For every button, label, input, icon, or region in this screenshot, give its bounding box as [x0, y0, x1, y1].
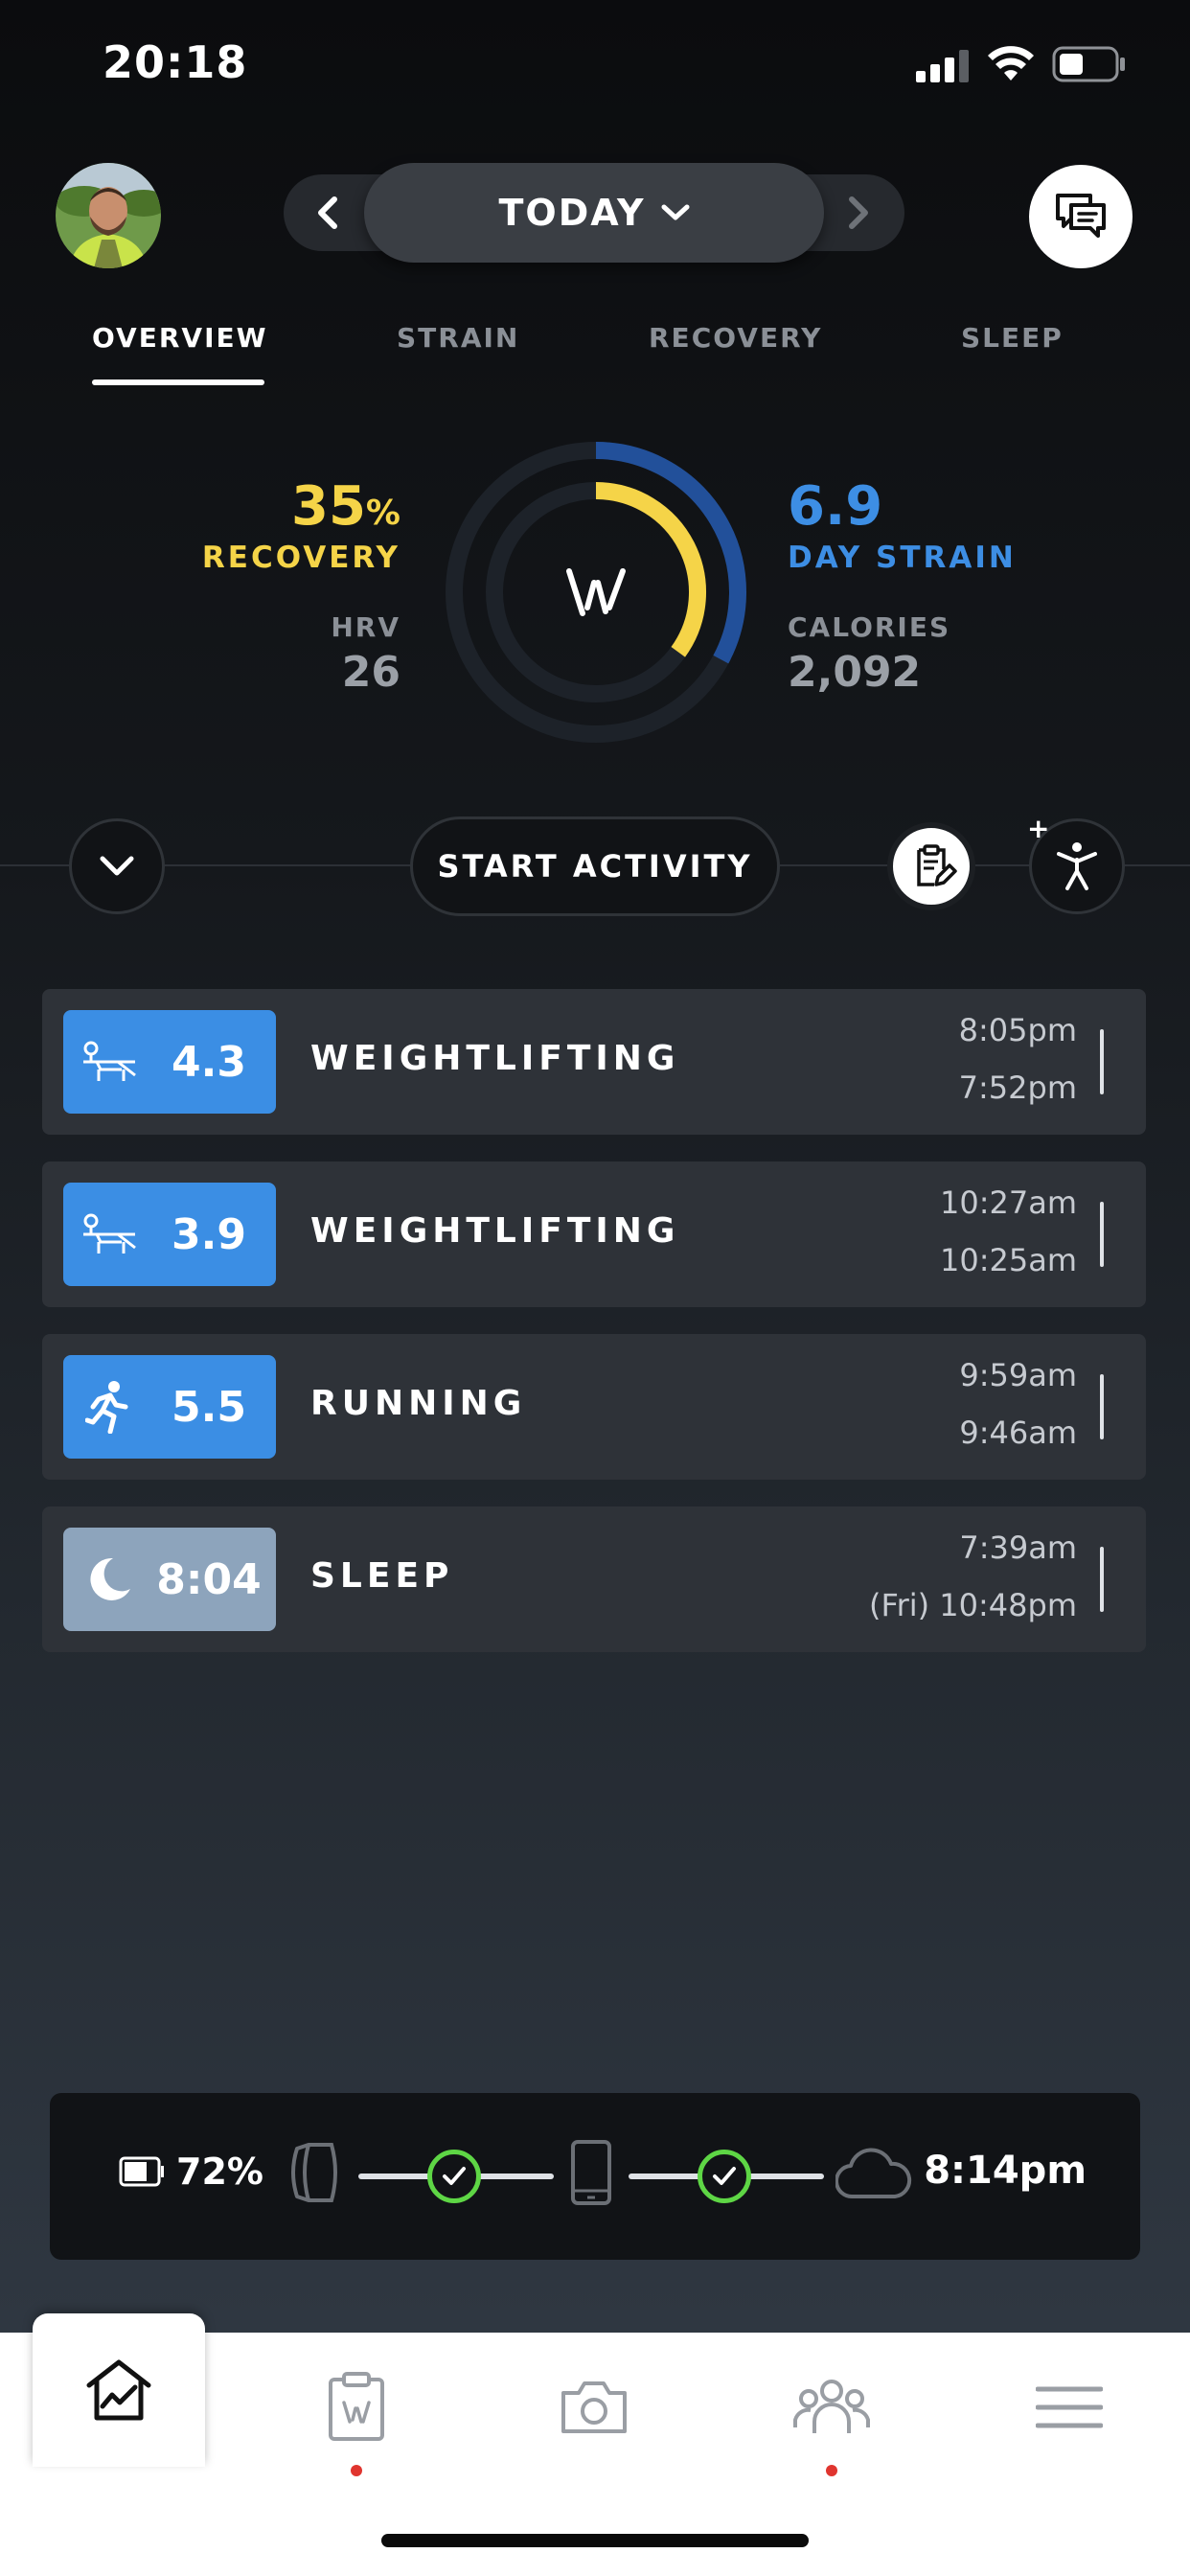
chevron-down-icon [661, 204, 690, 220]
activity-end-time: 8:05pm [958, 1012, 1077, 1048]
date-label: TODAY [498, 192, 646, 234]
strap-icon [291, 2143, 337, 2202]
recovery-arc [595, 482, 707, 657]
time-range-bar [1100, 1547, 1104, 1612]
strain-recovery-ring[interactable] [443, 439, 749, 746]
calories-label: CALORIES [788, 611, 951, 643]
activity-badge: 8:04 [63, 1528, 276, 1631]
activity-start-time: 10:25am [940, 1242, 1077, 1278]
time-range-bar [1100, 1029, 1104, 1094]
expand-button[interactable] [69, 818, 165, 914]
chevron-down-icon [100, 856, 134, 876]
date-picker-button[interactable]: TODAY [364, 163, 824, 263]
activity-title: WEIGHTLIFTING [310, 1211, 680, 1251]
activity-title: SLEEP [310, 1556, 454, 1596]
calories-value: 2,092 [788, 648, 922, 697]
weightlifting-icon [83, 1213, 136, 1254]
home-indicator [381, 2534, 809, 2547]
activity-duration: 8:04 [156, 1554, 262, 1604]
plus-icon: + [1027, 813, 1050, 844]
activity-start-time: 9:46am [959, 1414, 1077, 1451]
activity-card[interactable]: 5.5 RUNNING 9:59am 9:46am [42, 1334, 1146, 1480]
phone-icon [571, 2140, 611, 2205]
activity-card[interactable]: 3.9 WEIGHTLIFTING 10:27am 10:25am [42, 1162, 1146, 1307]
clipboard-edit-icon [917, 844, 957, 886]
cloud-synced-check-icon [698, 2150, 751, 2203]
start-activity-button[interactable]: START ACTIVITY [410, 816, 780, 916]
nav-menu-button[interactable] [1021, 2369, 1117, 2446]
activity-badge: 4.3 [63, 1010, 276, 1114]
cloud-icon [835, 2148, 912, 2199]
activity-strain: 5.5 [172, 1382, 246, 1432]
person-icon [1057, 842, 1097, 890]
wifi-icon [988, 46, 1034, 80]
weightlifting-icon [83, 1041, 136, 1081]
tab-overview[interactable]: OVERVIEW [92, 322, 268, 354]
menu-icon [1036, 2386, 1103, 2428]
activity-end-time: 7:39am [959, 1530, 1077, 1566]
tab-strain[interactable]: STRAIN [397, 322, 519, 354]
journal-notification-dot [351, 2465, 362, 2476]
whoop-logo-icon [566, 568, 626, 616]
recovery-value[interactable]: 35% [291, 475, 400, 538]
chat-bubbles-icon [1056, 194, 1106, 238]
tab-active-indicator [92, 380, 264, 385]
nav-journal-button[interactable] [309, 2369, 404, 2446]
cellular-signal-icon [916, 50, 969, 82]
activity-title: RUNNING [310, 1384, 527, 1423]
bottom-nav [0, 2313, 1190, 2576]
running-icon [85, 1381, 128, 1434]
hrv-value: 26 [341, 648, 400, 697]
messages-button[interactable] [1029, 165, 1133, 268]
activity-start-time: (Fri) 10:48pm [869, 1587, 1077, 1623]
journal-icon [329, 2372, 384, 2441]
community-icon [793, 2380, 870, 2433]
nav-camera-button[interactable] [546, 2369, 642, 2446]
strap-connected-check-icon [427, 2150, 481, 2203]
home-icon [86, 2359, 151, 2421]
strap-battery-icon [119, 2156, 164, 2187]
activity-end-time: 9:59am [959, 1357, 1077, 1393]
tab-recovery[interactable]: RECOVERY [649, 322, 822, 354]
activity-title: WEIGHTLIFTING [310, 1039, 680, 1078]
sync-status-bar[interactable]: 72% 8:14pm [50, 2093, 1140, 2260]
community-notification-dot [826, 2465, 837, 2476]
activity-end-time: 10:27am [940, 1184, 1077, 1221]
status-time: 20:18 [103, 36, 248, 88]
camera-icon [561, 2381, 627, 2433]
activity-start-time: 7:52pm [958, 1070, 1077, 1106]
activity-strain: 4.3 [172, 1037, 246, 1087]
time-range-bar [1100, 1202, 1104, 1267]
nav-community-button[interactable] [784, 2369, 880, 2446]
strap-battery-percent: 72% [176, 2150, 263, 2193]
chevron-right-icon [849, 196, 868, 229]
recovery-label: RECOVERY [201, 540, 400, 575]
tab-sleep[interactable]: SLEEP [961, 322, 1064, 354]
time-range-bar [1100, 1374, 1104, 1439]
last-sync-time: 8:14pm [924, 2149, 1087, 2193]
activity-card[interactable]: 8:04 SLEEP 7:39am (Fri) 10:48pm [42, 1506, 1146, 1652]
hrv-label: HRV [331, 611, 400, 643]
battery-icon [1052, 46, 1125, 82]
chevron-left-icon [318, 196, 337, 229]
activity-strain: 3.9 [172, 1209, 246, 1259]
activity-badge: 5.5 [63, 1355, 276, 1459]
strain-arc [595, 442, 746, 664]
activity-card[interactable]: 4.3 WEIGHTLIFTING 8:05pm 7:52pm [42, 989, 1146, 1135]
day-strain-label: DAY STRAIN [788, 540, 1017, 575]
moon-icon [90, 1557, 130, 1600]
activity-badge: 3.9 [63, 1183, 276, 1286]
day-strain-value[interactable]: 6.9 [788, 475, 882, 538]
journal-button[interactable] [887, 822, 975, 910]
previous-day-button[interactable] [305, 190, 351, 236]
nav-home-button[interactable] [33, 2313, 205, 2467]
next-day-button[interactable] [835, 190, 881, 236]
start-activity-label: START ACTIVITY [437, 848, 753, 885]
avatar[interactable] [56, 163, 161, 268]
